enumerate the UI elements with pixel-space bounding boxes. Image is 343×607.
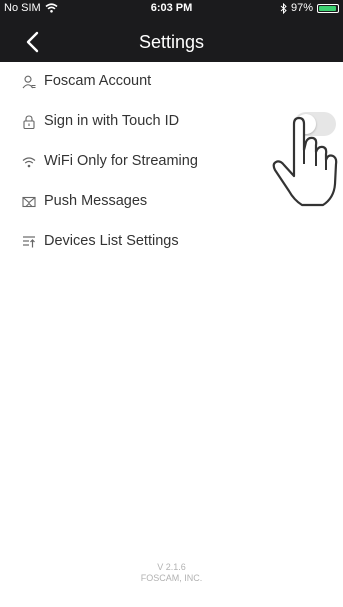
battery-icon [317,3,339,13]
user-icon [22,75,36,89]
list-settings-icon [23,236,35,248]
wifi-icon [22,157,36,168]
company-name: FOSCAM, INC. [140,573,203,583]
nav-bar: Settings [0,22,343,62]
lock-icon [23,115,35,129]
pointing-hand-icon [272,116,338,207]
battery-percent: 97% [290,2,313,14]
bluetooth-icon [280,2,287,14]
menu-item-label: Devices List Settings [44,233,179,249]
menu-item-label: Sign in with Touch ID [44,113,180,129]
menu-item-devices-list[interactable]: Devices List Settings [0,222,343,262]
app-version: V 2.1.6 [157,562,186,572]
message-icon [22,196,36,208]
status-right: 97% [280,2,339,14]
status-bar: No SIM 6:03 PM 97% [0,0,343,18]
page-title: Settings [138,32,205,52]
top-bar: No SIM 6:03 PM 97% Settings [0,0,343,62]
footer: V 2.1.6 FOSCAM, INC. [0,562,343,584]
battery-fill [319,5,337,11]
menu-item-label: WiFi Only for Streaming [44,153,198,169]
menu-item-label: Foscam Account [44,73,152,89]
menu-item-label: Push Messages [44,193,148,209]
menu-item-foscam-account[interactable]: Foscam Account [0,62,343,102]
